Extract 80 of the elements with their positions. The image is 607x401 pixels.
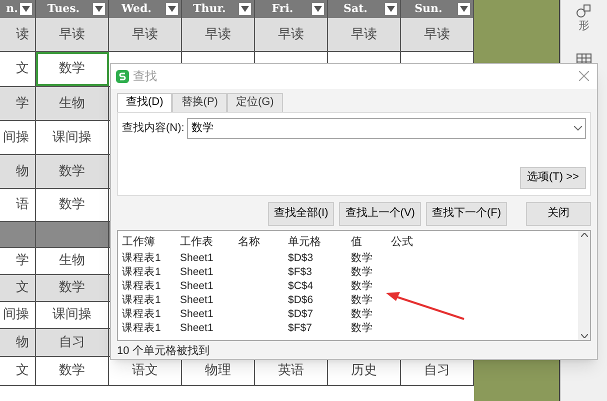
column-header-label: Sun. bbox=[414, 0, 444, 17]
results-cell: Sheet1 bbox=[180, 308, 214, 320]
table-cell: 学 bbox=[0, 87, 36, 120]
shapes-icon[interactable] bbox=[576, 4, 592, 18]
find-label: 查找内容(N): bbox=[122, 120, 184, 136]
dialog-tab[interactable]: 替换(P) bbox=[172, 92, 227, 112]
results-cell: 课程表1 bbox=[122, 252, 161, 264]
results-cell: Sheet1 bbox=[180, 294, 214, 306]
app-logo-icon bbox=[116, 70, 129, 83]
table-cell: 数学 bbox=[36, 275, 109, 301]
find-combobox[interactable]: 数学 bbox=[187, 118, 586, 139]
results-cell: 课程表1 bbox=[122, 266, 161, 278]
results-cell: $D$3 bbox=[288, 252, 314, 264]
results-cell: 数学 bbox=[351, 322, 373, 334]
table-cell: 数学 bbox=[36, 52, 109, 86]
results-cell: 数学 bbox=[351, 252, 373, 264]
column-header-label: Wed. bbox=[120, 0, 152, 17]
filter-dropdown-icon[interactable] bbox=[93, 3, 105, 15]
results-cell: $F$7 bbox=[288, 322, 312, 334]
table-cell: 物 bbox=[0, 155, 36, 188]
results-column-header: 工作表 bbox=[180, 236, 213, 248]
filter-dropdown-icon[interactable] bbox=[20, 3, 32, 15]
filter-dropdown-icon[interactable] bbox=[239, 3, 251, 15]
toolbar-label: 形 bbox=[578, 19, 590, 34]
results-cell: Sheet1 bbox=[180, 266, 214, 278]
results-cell: 课程表1 bbox=[122, 280, 161, 292]
filter-dropdown-icon[interactable] bbox=[312, 3, 324, 15]
results-cell: Sheet1 bbox=[180, 280, 214, 292]
column-header-label: Fri. bbox=[270, 0, 294, 17]
results-column-header: 单元格 bbox=[288, 236, 321, 248]
column-header-label: Sat. bbox=[342, 0, 368, 17]
results-column-header: 公式 bbox=[391, 236, 413, 248]
table-cell: 自习 bbox=[36, 329, 109, 356]
dialog-tab[interactable]: 查找(D) bbox=[117, 92, 172, 112]
results-column-header: 名称 bbox=[238, 236, 260, 248]
results-cell: 数学 bbox=[351, 266, 373, 278]
filter-dropdown-icon[interactable] bbox=[166, 3, 178, 15]
table-cell: 生物 bbox=[36, 87, 109, 120]
dialog-tab[interactable]: 定位(G) bbox=[226, 92, 283, 112]
table-cell: 数学 bbox=[36, 155, 109, 188]
dialog-close-button[interactable]: 关闭 bbox=[526, 202, 591, 226]
table-cell: 早读 bbox=[328, 18, 401, 51]
results-cell: $C$4 bbox=[288, 280, 314, 292]
results-column-header: 值 bbox=[351, 236, 362, 248]
table-cell: 文 bbox=[0, 275, 36, 301]
results-cell: 课程表1 bbox=[122, 308, 161, 320]
table-cell: 物 bbox=[0, 329, 36, 356]
column-header-label: Tues. bbox=[46, 0, 81, 17]
table-cell: 读 bbox=[0, 18, 36, 51]
find-action-button[interactable]: 查找下一个(F) bbox=[426, 202, 507, 226]
results-column-header: 工作簿 bbox=[122, 236, 155, 248]
results-cell: 数学 bbox=[351, 308, 373, 320]
results-cell: 数学 bbox=[351, 294, 373, 306]
column-header-label: n. bbox=[6, 0, 18, 17]
results-cell: $D$7 bbox=[288, 308, 314, 320]
results-cell: Sheet1 bbox=[180, 322, 214, 334]
table-cell: 早读 bbox=[36, 18, 109, 51]
results-cell: 数学 bbox=[351, 280, 373, 292]
dropdown-caret-icon bbox=[574, 126, 582, 131]
scrollbar[interactable] bbox=[578, 230, 590, 340]
scroll-down-icon bbox=[580, 334, 588, 338]
column-header-label: Thur. bbox=[192, 0, 227, 17]
results-cell: $D$6 bbox=[288, 294, 314, 306]
results-cell: 课程表1 bbox=[122, 294, 161, 306]
results-cell: 课程表1 bbox=[122, 322, 161, 334]
results-cell: $F$3 bbox=[288, 266, 312, 278]
options-button[interactable]: 选项(T) >> bbox=[520, 166, 586, 189]
table-cell: 早读 bbox=[401, 18, 474, 51]
dialog-title: 查找 bbox=[133, 68, 157, 86]
close-icon bbox=[579, 71, 589, 82]
filter-dropdown-icon[interactable] bbox=[458, 3, 470, 15]
table-cell: 早读 bbox=[109, 18, 182, 51]
find-action-button[interactable]: 查找全部(I) bbox=[268, 202, 334, 226]
table-cell: 早读 bbox=[182, 18, 255, 51]
find-action-button[interactable]: 查找上一个(V) bbox=[339, 202, 421, 226]
filter-dropdown-icon[interactable] bbox=[385, 3, 397, 15]
table-cell: 早读 bbox=[255, 18, 328, 51]
scroll-up-icon bbox=[580, 232, 588, 237]
status-text: 10 个单元格被找到 bbox=[117, 344, 210, 359]
results-cell: Sheet1 bbox=[180, 252, 214, 264]
